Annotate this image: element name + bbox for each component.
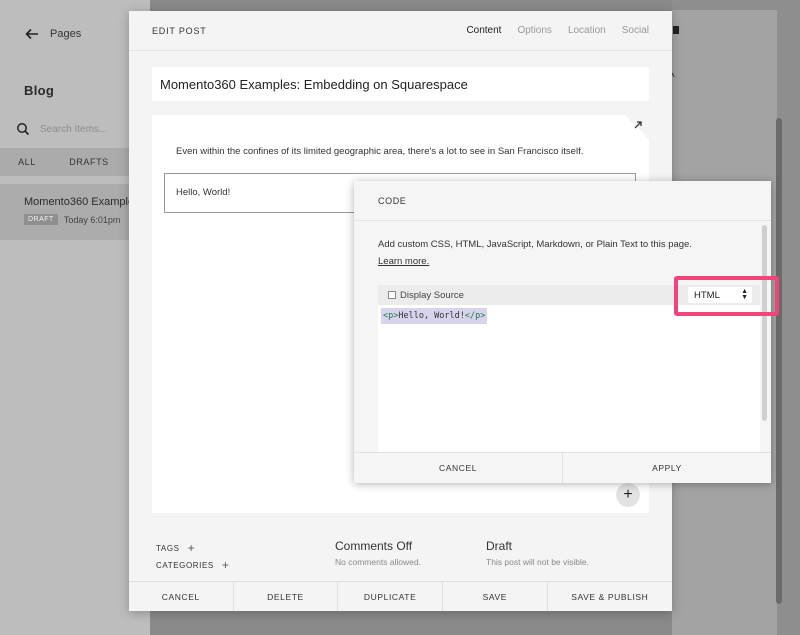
- delete-button[interactable]: DELETE: [234, 582, 339, 611]
- display-source-label: Display Source: [400, 289, 464, 301]
- section-title: Blog: [24, 83, 55, 98]
- save-button[interactable]: SAVE: [443, 582, 548, 611]
- code-dialog-scrollbar[interactable]: [762, 225, 767, 421]
- duplicate-button[interactable]: DUPLICATE: [338, 582, 443, 611]
- arrow-left-icon: [25, 28, 38, 40]
- filter-tabs: ALL DRAFTS: [0, 148, 150, 176]
- display-source-checkbox[interactable]: [388, 291, 396, 299]
- code-open-tag: <p>: [383, 311, 399, 321]
- filter-all[interactable]: ALL: [0, 157, 54, 167]
- filter-drafts[interactable]: DRAFTS: [54, 157, 124, 167]
- tab-location[interactable]: Location: [568, 25, 606, 36]
- back-to-pages[interactable]: Pages: [24, 26, 81, 42]
- dialog-footer: CANCEL DELETE DUPLICATE SAVE SAVE & PUBL…: [129, 581, 672, 611]
- search-placeholder: Search Items...: [40, 123, 108, 135]
- code-dialog-header: CODE: [354, 181, 771, 221]
- highlight-annotation: [674, 276, 779, 316]
- plus-icon: +: [623, 486, 633, 503]
- preview-fragment: [673, 26, 679, 34]
- cancel-button[interactable]: CANCEL: [129, 582, 234, 611]
- code-text: Hello, World!: [398, 311, 465, 321]
- post-meta: TAGS + CATEGORIES + Comments Off No comm…: [129, 535, 672, 581]
- categories-label: CATEGORIES: [156, 560, 214, 570]
- comments-subtitle: No comments allowed.: [335, 557, 421, 567]
- post-title-input[interactable]: Momento360 Examples: Embedding on Square…: [152, 67, 649, 101]
- apply-button[interactable]: APPLY: [563, 453, 771, 483]
- code-dialog-description: Add custom CSS, HTML, JavaScript, Markdo…: [378, 239, 692, 250]
- expand-icon[interactable]: [632, 119, 644, 131]
- add-block-button[interactable]: +: [616, 483, 640, 507]
- body-paragraph[interactable]: Even within the confines of its limited …: [176, 146, 583, 157]
- list-item[interactable]: Momento360 Examples: Embedding on Square…: [0, 184, 150, 240]
- code-dialog-title: CODE: [378, 196, 407, 206]
- add-category-icon[interactable]: +: [222, 558, 230, 572]
- categories-row[interactable]: CATEGORIES +: [156, 558, 229, 572]
- code-dialog-footer: CANCEL APPLY: [354, 452, 771, 483]
- code-close-tag: </p>: [464, 311, 486, 321]
- status-subtitle: This post will not be visible.: [486, 557, 589, 567]
- search-icon: [17, 123, 30, 136]
- tags-row[interactable]: TAGS +: [156, 541, 195, 555]
- display-source-toggle[interactable]: Display Source: [388, 290, 464, 301]
- dialog-tabs: Content Options Location Social: [466, 25, 649, 36]
- status-badge: DRAFT: [24, 214, 58, 225]
- back-label: Pages: [50, 28, 82, 40]
- code-dialog: CODE Add custom CSS, HTML, JavaScript, M…: [354, 181, 771, 483]
- comments-title: Comments Off: [335, 539, 413, 553]
- search-input[interactable]: Search Items...: [16, 122, 107, 136]
- status-title: Draft: [486, 539, 513, 553]
- sidebar: Pages Blog Search Items... ALL DRAFTS Mo…: [0, 0, 150, 635]
- code-content[interactable]: <p>Hello, World!</p>: [381, 308, 488, 324]
- save-publish-button[interactable]: SAVE & PUBLISH: [548, 582, 672, 611]
- post-item-title: Momento360 Examples: Embedding on Square…: [24, 196, 129, 208]
- preview-scrollbar[interactable]: [776, 118, 782, 604]
- dialog-title: EDIT POST: [152, 26, 207, 36]
- status-setting[interactable]: Draft This post will not be visible.: [486, 539, 589, 567]
- dialog-header: EDIT POST Content Options Location Socia…: [129, 11, 672, 51]
- post-item-date: Today 6:01pm: [63, 214, 121, 225]
- add-tag-icon[interactable]: +: [188, 541, 196, 555]
- comments-setting[interactable]: Comments Off No comments allowed.: [335, 539, 421, 567]
- tab-options[interactable]: Options: [517, 25, 551, 36]
- code-cancel-button[interactable]: CANCEL: [354, 453, 563, 483]
- tab-content[interactable]: Content: [466, 25, 501, 36]
- tags-label: TAGS: [156, 543, 180, 553]
- tab-social[interactable]: Social: [622, 25, 649, 36]
- learn-more-link[interactable]: Learn more.: [378, 256, 429, 267]
